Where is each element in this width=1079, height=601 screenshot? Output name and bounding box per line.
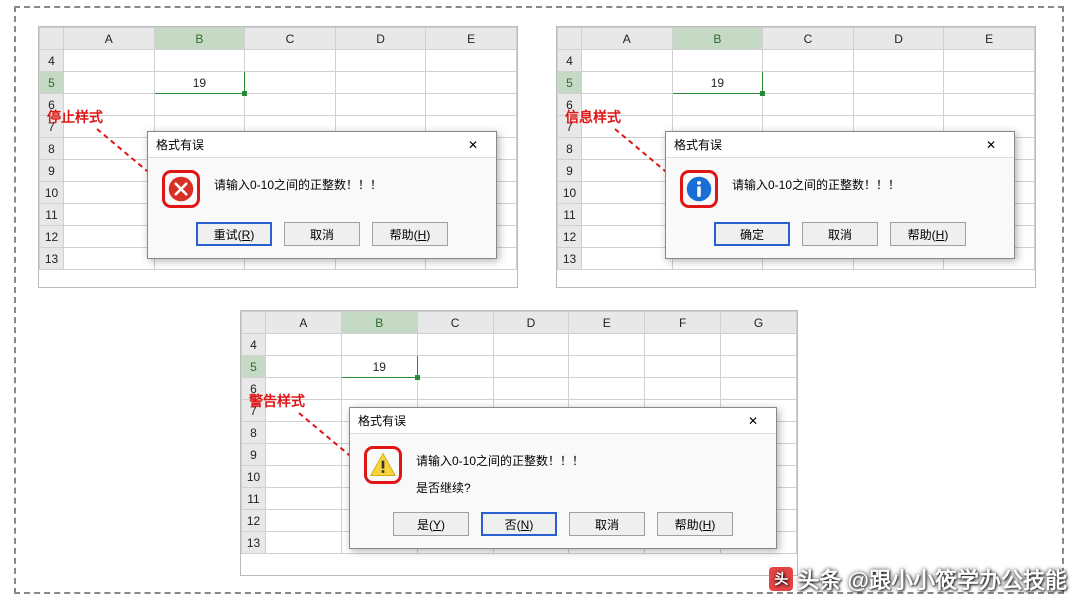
no-button[interactable]: 否(N)	[481, 512, 557, 536]
dialog-title: 格式有误	[156, 132, 204, 158]
warning-icon	[364, 446, 402, 484]
help-button[interactable]: 帮助(H)	[372, 222, 448, 246]
panel-stop: ABCDE 4 519 6 7 8 9 10 11 12 13 停止样式 格式有…	[38, 26, 518, 288]
panel-warn: ABCDEFG 4 519 6 7 8 9 10 11 12 13 警告样式 格…	[240, 310, 798, 576]
watermark: 头 头条 @跟小小筱学办公技能	[769, 563, 1067, 595]
dialog-message: 请输入0-10之间的正整数！！！	[416, 452, 584, 471]
info-icon	[680, 170, 718, 208]
dialog-stop: 格式有误 ✕ 请输入0-10之间的正整数！！！ 重试(R) 取消 帮助(H)	[147, 131, 497, 259]
dialog-message: 请输入0-10之间的正整数！！！	[732, 170, 900, 195]
cancel-button[interactable]: 取消	[802, 222, 878, 246]
close-icon[interactable]: ✕	[738, 408, 768, 434]
cell-B5[interactable]: 19	[672, 72, 763, 94]
error-icon	[162, 170, 200, 208]
label-warn: 警告样式	[249, 391, 305, 411]
cancel-button[interactable]: 取消	[284, 222, 360, 246]
dialog-title: 格式有误	[674, 132, 722, 158]
close-icon[interactable]: ✕	[458, 132, 488, 158]
label-stop: 停止样式	[47, 107, 103, 127]
label-info: 信息样式	[565, 107, 621, 127]
cell-B5[interactable]: 19	[341, 356, 417, 378]
help-button[interactable]: 帮助(H)	[657, 512, 733, 536]
dialog-warn: 格式有误 ✕ 请输入0-10之间的正整数！！！ 是否继续? 是(Y) 否(N) …	[349, 407, 777, 549]
cell-B5[interactable]: 19	[154, 72, 245, 94]
close-icon[interactable]: ✕	[976, 132, 1006, 158]
panel-info: ABCDE 4 519 6 7 8 9 10 11 12 13 信息样式 格式有…	[556, 26, 1036, 288]
retry-button[interactable]: 重试(R)	[196, 222, 272, 246]
ok-button[interactable]: 确定	[714, 222, 790, 246]
help-button[interactable]: 帮助(H)	[890, 222, 966, 246]
cancel-button[interactable]: 取消	[569, 512, 645, 536]
dialog-message: 请输入0-10之间的正整数！！！	[214, 170, 382, 195]
toutiao-icon: 头	[769, 567, 793, 591]
dialog-info: 格式有误 ✕ 请输入0-10之间的正整数！！！ 确定 取消 帮助(H)	[665, 131, 1015, 259]
yes-button[interactable]: 是(Y)	[393, 512, 469, 536]
dialog-subtext: 是否继续?	[416, 479, 584, 498]
dialog-title: 格式有误	[358, 408, 406, 434]
